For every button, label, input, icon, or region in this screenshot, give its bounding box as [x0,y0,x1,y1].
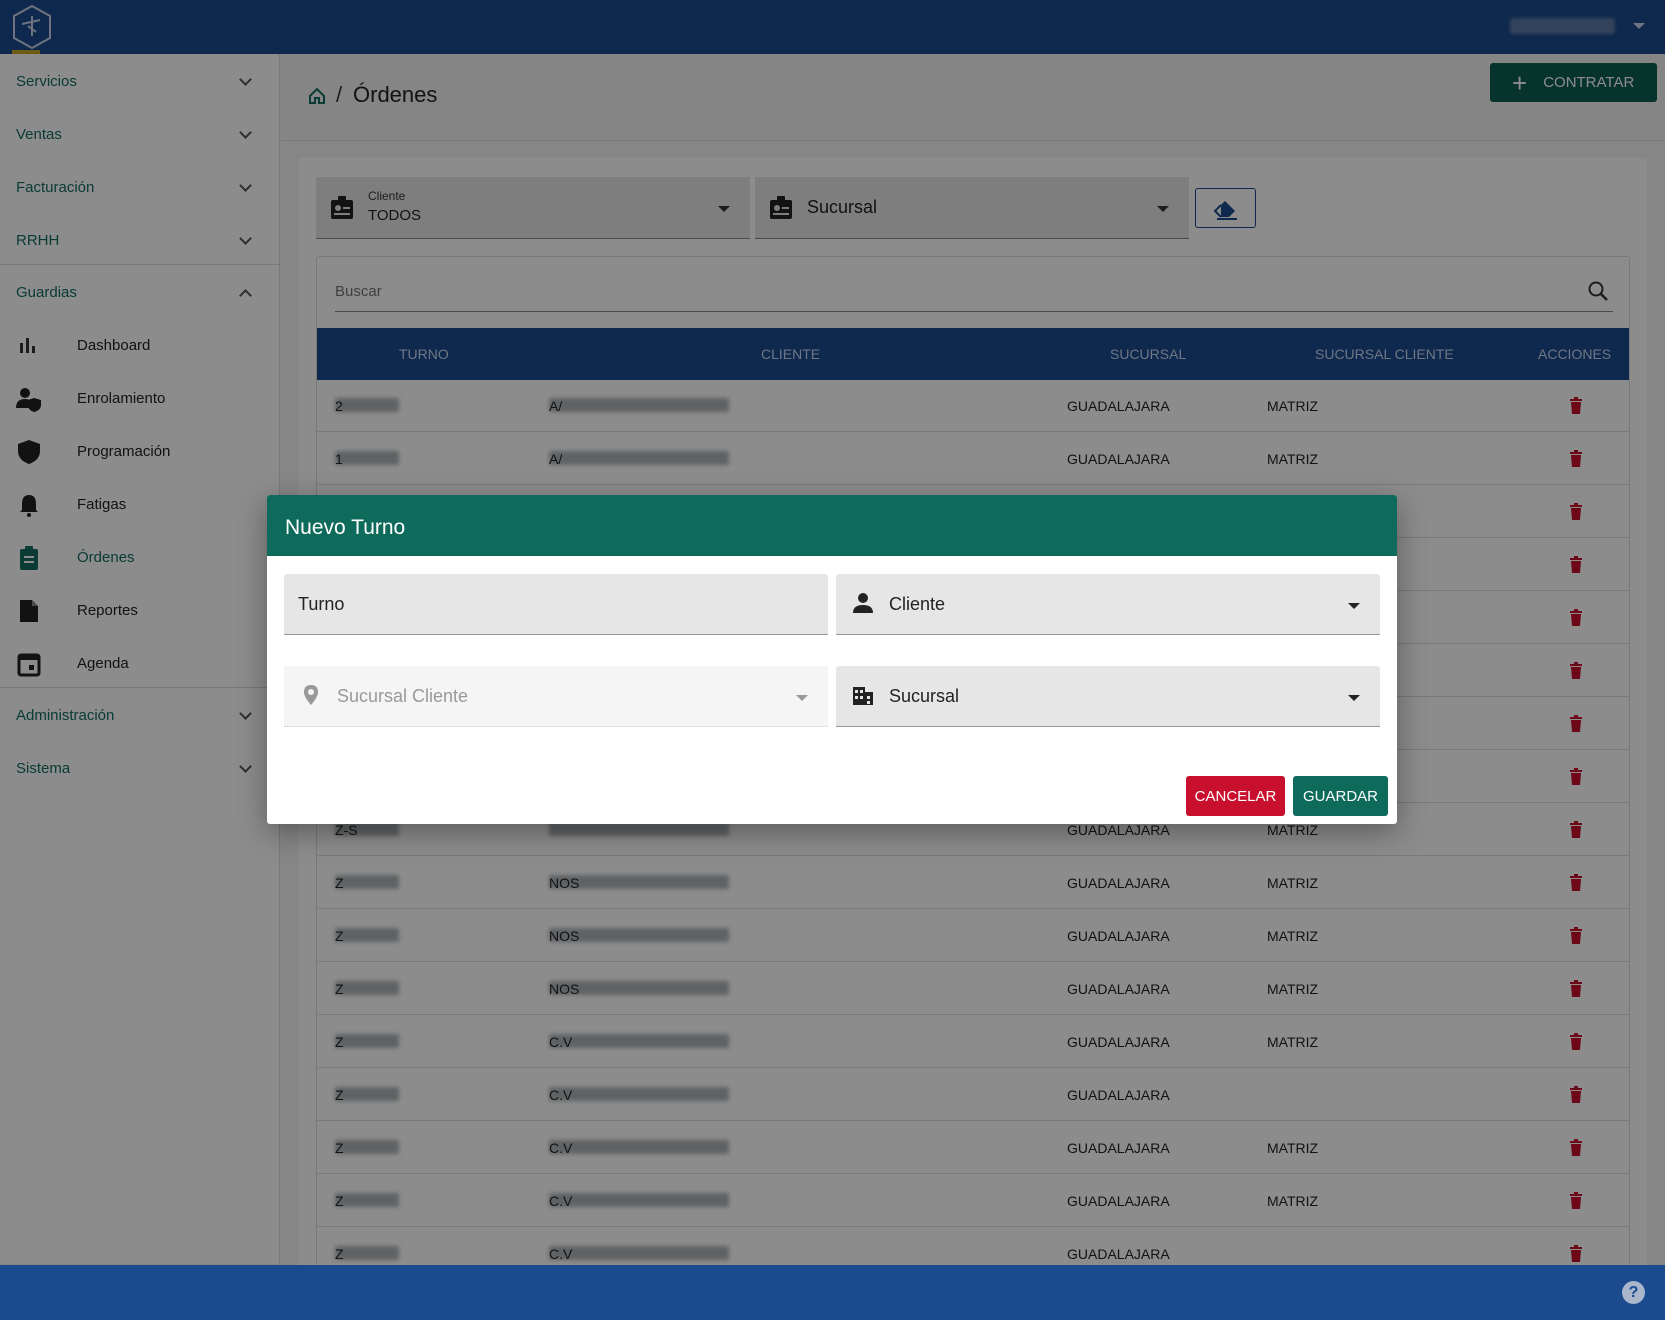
cliente-select-label: Cliente [889,594,946,614]
cliente-select[interactable]: Cliente [836,574,1380,635]
dialog-title: Nuevo Turno [267,495,1397,556]
location-pin-icon [304,685,318,705]
caret-down-icon [1348,695,1360,701]
help-icon[interactable]: ? [1622,1281,1645,1304]
caret-down-icon [1348,603,1360,609]
sucursal-select-label: Sucursal [889,686,960,706]
save-button[interactable]: GUARDAR [1293,776,1388,816]
building-icon [853,687,873,705]
turno-field[interactable]: Turno [284,574,828,635]
person-icon [853,593,873,613]
cancel-button[interactable]: CANCELAR [1186,776,1285,816]
bottom-bar: ? [0,1265,1665,1320]
nuevo-turno-dialog: Nuevo Turno Turno Cliente Sucursal Clien… [267,495,1397,824]
sucursal-cliente-select[interactable]: Sucursal Cliente [284,666,828,727]
caret-down-icon [796,695,808,701]
sucursal-cliente-select-label: Sucursal Cliente [337,686,469,706]
sucursal-select[interactable]: Sucursal [836,666,1380,727]
turno-field-value: Turno [298,594,345,614]
